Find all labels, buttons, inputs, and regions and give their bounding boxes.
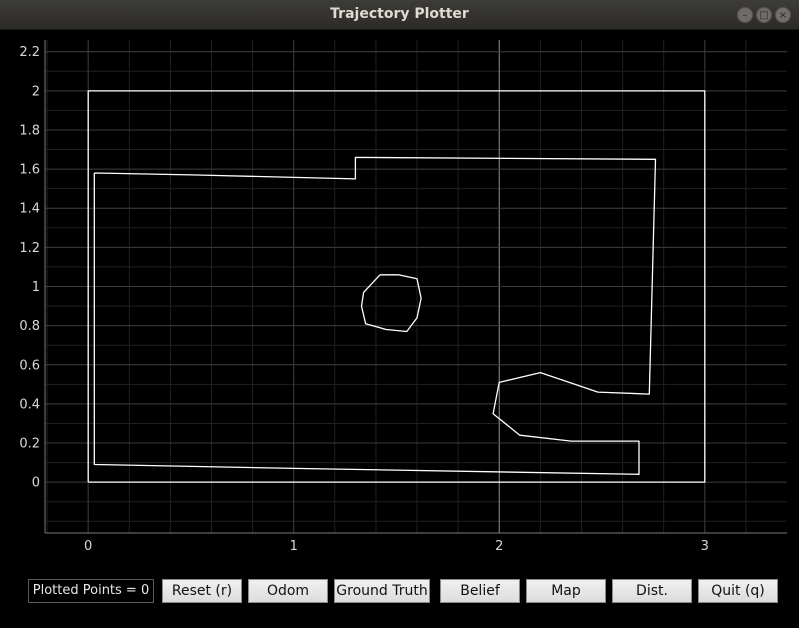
y-tick-label: 1.4 bbox=[19, 202, 40, 217]
y-tick-label: 0.8 bbox=[19, 319, 40, 334]
y-tick-label: 0.2 bbox=[19, 437, 40, 452]
reset-button[interactable]: Reset (r) bbox=[162, 579, 242, 603]
y-tick-label: 0.6 bbox=[19, 358, 40, 373]
y-tick-label: 2.2 bbox=[19, 45, 40, 60]
control-bar: Plotted Points = 0 Reset (r) Odom Ground… bbox=[0, 574, 799, 610]
y-tick-label: 1.6 bbox=[19, 163, 40, 178]
minimize-icon[interactable]: – bbox=[737, 7, 753, 23]
title-bar: Trajectory Plotter – □ × bbox=[0, 0, 799, 30]
plotted-points-label: Plotted Points = 0 bbox=[28, 579, 154, 603]
maximize-icon[interactable]: □ bbox=[756, 7, 772, 23]
series-line-3 bbox=[360, 274, 422, 333]
ground-truth-button[interactable]: Ground Truth bbox=[334, 579, 430, 603]
y-tick-label: 1 bbox=[32, 280, 40, 295]
belief-button[interactable]: Belief bbox=[440, 579, 520, 603]
y-tick-label: 0 bbox=[32, 476, 40, 491]
trajectory-plot: 0 1 2 3 0 0.2 0.4 0.6 0.8 1 1.2 1.4 1.6 1.8 2 2.2 bbox=[19, 40, 787, 554]
odom-button[interactable]: Odom bbox=[248, 579, 328, 603]
map-button[interactable]: Map bbox=[526, 579, 606, 603]
close-icon[interactable]: × bbox=[775, 7, 791, 23]
x-tick-label: 2 bbox=[495, 539, 503, 554]
x-tick-label: 3 bbox=[701, 539, 709, 554]
x-tick-label: 0 bbox=[84, 539, 92, 554]
dist-button[interactable]: Dist. bbox=[612, 579, 692, 603]
tick-labels: 0 1 2 3 0 0.2 0.4 0.6 0.8 1 1.2 1.4 1.6 1.8 2 2.2 bbox=[19, 45, 709, 554]
quit-button[interactable]: Quit (q) bbox=[698, 579, 778, 603]
series-line-2 bbox=[93, 156, 657, 475]
plot-grid bbox=[45, 40, 787, 533]
window-title: Trajectory Plotter bbox=[330, 6, 469, 22]
y-tick-label: 2 bbox=[32, 84, 40, 99]
y-tick-label: 1.2 bbox=[19, 241, 40, 256]
y-tick-label: 1.8 bbox=[19, 123, 40, 138]
y-tick-label: 0.4 bbox=[19, 397, 40, 412]
window-controls: – □ × bbox=[737, 7, 791, 23]
x-tick-label: 1 bbox=[290, 539, 298, 554]
